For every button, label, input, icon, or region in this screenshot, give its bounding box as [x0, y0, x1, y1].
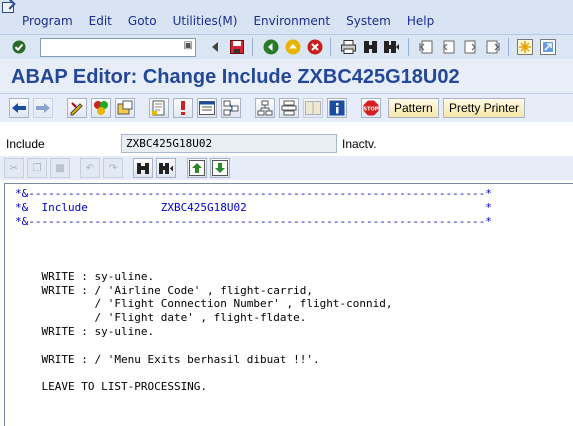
comment-line[interactable]: *&--------------------------------------…	[15, 187, 492, 200]
copy-icon[interactable]: ❐	[27, 158, 47, 178]
toolbar-separator	[508, 38, 509, 56]
navigation-window-icon[interactable]	[221, 98, 241, 118]
redo-icon[interactable]: ↷	[103, 158, 123, 178]
code-line[interactable]: WRITE : / 'Airline Code' , flight-carrid…	[15, 284, 313, 297]
find-next-editor-icon[interactable]	[156, 158, 176, 178]
menu-bar: Program Edit Goto Utilities(M) Environme…	[0, 0, 573, 34]
page-title: ABAP Editor: Change Include ZXBC425G18U0…	[11, 66, 460, 88]
collapse-icon[interactable]	[206, 38, 224, 56]
hierarchy-icon[interactable]	[255, 98, 275, 118]
toolbar-separator	[330, 38, 331, 56]
application-toolbar: STOP Pattern Pretty Printer	[0, 94, 573, 122]
menu-utilities[interactable]: Utilities(M)	[165, 14, 246, 28]
code-line[interactable]: / 'Flight date' , flight-fldate.	[15, 311, 306, 324]
menu-list: Program Edit Goto Utilities(M) Environme…	[14, 14, 442, 28]
editor-toolbar: ✂ ❐ ▩ ↶ ↷	[0, 156, 573, 180]
command-input[interactable]	[41, 39, 181, 56]
prev-page-icon[interactable]	[439, 38, 457, 56]
menu-environment[interactable]: Environment	[245, 14, 338, 28]
back-arrow-icon[interactable]	[9, 98, 29, 118]
comment-line[interactable]: *& Include ZXBC425G18U02 *	[15, 201, 492, 214]
upload-icon[interactable]	[187, 158, 207, 178]
command-field[interactable]: ▣	[40, 38, 196, 57]
breakpoint-icon[interactable]	[173, 98, 193, 118]
pattern-button[interactable]: Pattern	[388, 98, 439, 118]
where-used-icon[interactable]	[149, 98, 169, 118]
back-icon[interactable]	[262, 38, 280, 56]
stop-icon[interactable]: STOP	[361, 98, 381, 118]
svg-text:STOP: STOP	[364, 107, 379, 113]
code-editor[interactable]: *&--------------------------------------…	[4, 183, 573, 426]
cut-icon[interactable]: ✂	[4, 158, 24, 178]
download-icon[interactable]	[210, 158, 230, 178]
history-dropdown-icon[interactable]: ▣	[184, 40, 193, 51]
system-menu-icon[interactable]	[2, 2, 14, 13]
code-line[interactable]: / 'Flight Connection Number' , flight-co…	[15, 297, 392, 310]
system-toolbar: ▣	[0, 34, 573, 59]
inheritance-icon[interactable]	[279, 98, 299, 118]
shortcut-icon[interactable]	[539, 38, 557, 56]
info-icon[interactable]	[327, 98, 347, 118]
pretty-printer-button[interactable]: Pretty Printer	[443, 98, 526, 118]
find-icon[interactable]	[361, 38, 379, 56]
new-session-icon[interactable]	[516, 38, 534, 56]
title-bar: ABAP Editor: Change Include ZXBC425G18U0…	[0, 59, 573, 94]
find-replace-icon[interactable]	[133, 158, 153, 178]
split-screen-icon[interactable]	[303, 98, 323, 118]
menu-help[interactable]: Help	[399, 14, 442, 28]
include-name-field: ZXBC425G18U02	[121, 134, 337, 153]
menu-goto[interactable]: Goto	[120, 14, 165, 28]
code-line[interactable]: LEAVE TO LIST-PROCESSING.	[15, 380, 207, 393]
include-label: Include	[6, 137, 45, 151]
print-icon[interactable]	[339, 38, 357, 56]
exit-icon[interactable]	[284, 38, 302, 56]
code-line[interactable]: WRITE : sy-uline.	[15, 325, 154, 338]
cancel-icon[interactable]	[306, 38, 324, 56]
display-change-icon[interactable]	[67, 98, 87, 118]
status-badge: Inactv.	[342, 137, 377, 151]
save-icon[interactable]	[228, 38, 246, 56]
code-lines[interactable]: *&--------------------------------------…	[15, 187, 492, 394]
comment-line[interactable]: *&--------------------------------------…	[15, 215, 492, 228]
undo-icon[interactable]: ↶	[80, 158, 100, 178]
code-line[interactable]: WRITE : sy-uline.	[15, 270, 154, 283]
code-line[interactable]: WRITE : / 'Menu Exits berhasil dibuat !!…	[15, 353, 319, 366]
first-page-icon[interactable]	[417, 38, 435, 56]
menu-edit[interactable]: Edit	[81, 14, 120, 28]
check-syntax-icon[interactable]	[91, 98, 111, 118]
forward-arrow-icon[interactable]	[33, 98, 53, 118]
toolbar-separator	[408, 38, 409, 56]
object-list-icon[interactable]	[197, 98, 217, 118]
menu-program[interactable]: Program	[14, 14, 81, 28]
menu-system[interactable]: System	[338, 14, 399, 28]
include-row: Include ZXBC425G18U02 Inactv.	[0, 133, 573, 155]
paste-icon[interactable]: ▩	[50, 158, 70, 178]
activate-icon[interactable]	[115, 98, 135, 118]
find-next-icon[interactable]	[383, 38, 401, 56]
last-page-icon[interactable]	[483, 38, 501, 56]
next-page-icon[interactable]	[461, 38, 479, 56]
enter-icon[interactable]	[10, 38, 28, 56]
toolbar-separator	[252, 38, 253, 56]
